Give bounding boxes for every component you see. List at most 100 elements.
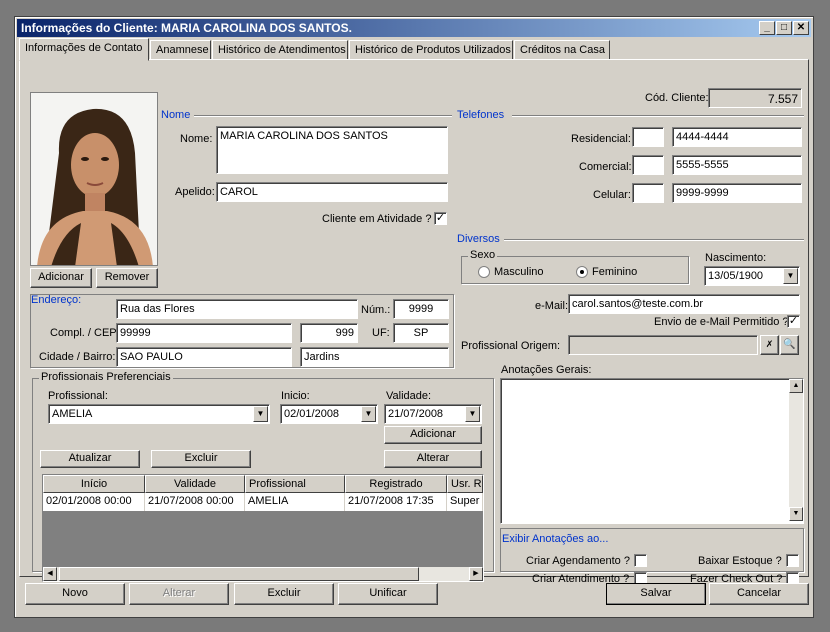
birthdate-value: 13/05/1900 [708, 270, 764, 282]
grid-scroll-thumb[interactable] [59, 567, 419, 581]
tab-product-history[interactable]: Histórico de Produtos Utilizados [349, 40, 513, 60]
lower-stock-checkbox[interactable] [786, 554, 799, 567]
scroll-up-icon[interactable]: ▲ [789, 379, 803, 393]
mobile-phone-field[interactable]: 9999-9999 [672, 183, 802, 203]
start-date-label: Inicio: [281, 390, 310, 402]
close-button[interactable]: ✕ [793, 21, 809, 35]
complement-field[interactable]: 99999 [116, 323, 292, 343]
email-permitted-label: Envio de e-Mail Permitido ? [654, 316, 789, 328]
col-header-start[interactable]: Início [43, 475, 145, 493]
col-header-professional[interactable]: Profissional [245, 475, 345, 493]
table-cell-validity[interactable]: 21/07/2008 00:00 [145, 493, 245, 511]
col-header-registered[interactable]: Registrado [345, 475, 447, 493]
scroll-left-icon[interactable]: ◀ [43, 567, 57, 581]
scroll-right-icon[interactable]: ▶ [469, 567, 483, 581]
professional-label: Profissional: [48, 390, 108, 402]
notes-vertical-scrollbar[interactable]: ▲ ▼ [789, 379, 803, 521]
tab-anamnese[interactable]: Anamnese [150, 40, 211, 60]
grid-horizontal-scrollbar[interactable]: ◀ ▶ [43, 567, 483, 581]
male-radio[interactable] [478, 266, 490, 278]
phones-section-title: Telefones [457, 109, 505, 121]
merge-button[interactable]: Unificar [338, 583, 438, 605]
scroll-down-icon[interactable]: ▼ [789, 507, 803, 521]
show-notes-title: Exibir Anotações ao... [502, 533, 609, 545]
uf-field[interactable]: SP [393, 323, 449, 343]
new-button[interactable]: Novo [25, 583, 125, 605]
nome-field[interactable]: MARIA CAROLINA DOS SANTOS [216, 126, 448, 174]
table-cell-user[interactable]: Super U [447, 493, 483, 511]
add-photo-button[interactable]: Adicionar [30, 268, 92, 288]
client-code-field: 7.557 [708, 88, 802, 108]
clear-origin-icon[interactable]: ✗ [760, 335, 779, 355]
residential-label: Residencial: [571, 133, 631, 145]
residential-ddd-field[interactable] [632, 127, 664, 147]
start-date-dropdown-icon[interactable]: ▼ [361, 406, 376, 422]
add-professional-button[interactable]: Adicionar [384, 426, 482, 444]
save-button[interactable]: Salvar [606, 583, 706, 605]
cep-field[interactable]: 999 [300, 323, 358, 343]
nome-separator [194, 115, 452, 117]
ativo-label: Cliente em Atividade ? [322, 213, 432, 225]
residential-phone-field[interactable]: 4444-4444 [672, 127, 802, 147]
table-cell-registered[interactable]: 21/07/2008 17:35 [345, 493, 447, 511]
table-cell-professional[interactable]: AMELIA [245, 493, 345, 511]
number-label: Núm.: [361, 304, 391, 316]
start-date-field[interactable]: 02/01/2008 ▼ [280, 404, 378, 424]
delete-button[interactable]: Excluir [234, 583, 334, 605]
mobile-label: Celular: [593, 189, 631, 201]
remove-photo-button[interactable]: Remover [96, 268, 158, 288]
search-origin-icon[interactable]: 🔍 [780, 335, 799, 355]
female-radio-label: Feminino [592, 266, 638, 278]
delete-professional-button[interactable]: Excluir [151, 450, 251, 468]
address-section-title: Endereço: [31, 294, 82, 306]
female-radio[interactable] [576, 266, 588, 278]
professional-select[interactable]: AMELIA ▼ [48, 404, 270, 424]
mobile-ddd-field[interactable] [632, 183, 664, 203]
email-permitted-checkbox[interactable]: ✓ [787, 315, 800, 328]
number-field[interactable]: 9999 [393, 299, 449, 319]
neighborhood-field[interactable]: Jardins [300, 347, 449, 367]
origin-professional-field[interactable] [568, 335, 758, 355]
tab-contact-info[interactable]: Informações de Contato [19, 38, 149, 61]
update-professional-button[interactable]: Atualizar [40, 450, 140, 468]
minimize-button[interactable]: _ [759, 21, 775, 35]
tab-service-history[interactable]: Histórico de Atendimentos [212, 40, 348, 60]
professional-select-value: AMELIA [52, 408, 93, 420]
title-bar: Informações do Cliente: MARIA CAROLINA D… [17, 19, 811, 37]
apelido-field[interactable]: CAROL [216, 182, 448, 202]
phones-separator [512, 115, 804, 117]
city-label: Cidade / Bairro: [39, 351, 116, 363]
ativo-checkbox[interactable]: ✓ [434, 212, 447, 225]
edit-professional-button[interactable]: Alterar [384, 450, 482, 468]
professional-dropdown-icon[interactable]: ▼ [253, 406, 268, 422]
street-field[interactable]: Rua das Flores [116, 299, 358, 319]
table-cell-start[interactable]: 02/01/2008 00:00 [43, 493, 145, 511]
commercial-ddd-field[interactable] [632, 155, 664, 175]
misc-separator [504, 239, 804, 241]
email-field[interactable]: carol.santos@teste.com.br [568, 294, 800, 314]
col-header-user[interactable]: Usr. Re [447, 475, 483, 493]
lower-stock-label: Baixar Estoque ? [698, 555, 782, 567]
validity-label: Validade: [386, 390, 432, 402]
complement-label: Compl. / CEP: [50, 327, 120, 339]
client-info-window: Informações do Cliente: MARIA CAROLINA D… [14, 16, 814, 618]
nome-section-title: Nome [161, 109, 191, 121]
validity-field[interactable]: 21/07/2008 ▼ [384, 404, 482, 424]
maximize-button[interactable]: □ [776, 21, 792, 35]
cancel-button[interactable]: Cancelar [709, 583, 809, 605]
gender-group: Sexo Masculino Feminino [461, 249, 689, 284]
origin-professional-label: Profissional Origem: [461, 340, 561, 352]
edit-button: Alterar [129, 583, 229, 605]
client-code-label: Cód. Cliente: [645, 92, 709, 104]
tab-credits[interactable]: Créditos na Casa [514, 40, 610, 60]
birthdate-field[interactable]: 13/05/1900 ▼ [704, 266, 800, 286]
birthdate-dropdown-icon[interactable]: ▼ [783, 268, 798, 284]
col-header-validity[interactable]: Validade [145, 475, 245, 493]
notes-textarea[interactable]: ▲ ▼ [500, 378, 804, 524]
commercial-phone-field[interactable]: 5555-5555 [672, 155, 802, 175]
city-field[interactable]: SAO PAULO [116, 347, 292, 367]
client-photo [30, 92, 158, 266]
validity-dropdown-icon[interactable]: ▼ [465, 406, 480, 422]
notes-label: Anotações Gerais: [501, 364, 592, 376]
create-appointment-checkbox[interactable] [634, 554, 647, 567]
